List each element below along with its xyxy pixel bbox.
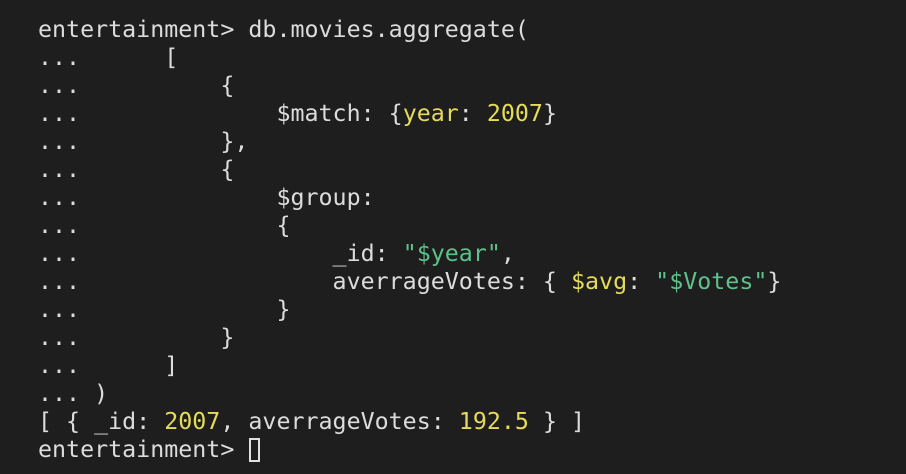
shell-prompt: entertainment> bbox=[38, 436, 249, 463]
code-token: ... { bbox=[38, 212, 291, 239]
code-token: ... } bbox=[38, 324, 235, 351]
code-token: ... $match: { bbox=[38, 100, 403, 127]
terminal-line: ... averrageVotes: { $avg: "$Votes"} bbox=[38, 268, 906, 296]
text-cursor[interactable] bbox=[249, 438, 261, 462]
terminal-line: ... } bbox=[38, 296, 906, 324]
code-token: year bbox=[402, 100, 459, 127]
code-token: ... { bbox=[38, 156, 235, 183]
terminal-line: ... [ bbox=[38, 44, 906, 72]
code-token: } bbox=[767, 268, 782, 295]
code-token: ... { bbox=[38, 72, 235, 99]
code-token: ... averrageVotes: { bbox=[38, 268, 571, 295]
prompt-line[interactable]: entertainment> bbox=[38, 436, 906, 464]
code-token: } ] bbox=[528, 408, 586, 435]
code-token: , bbox=[500, 240, 515, 267]
code-token: : bbox=[627, 268, 656, 295]
code-token: ... [ bbox=[38, 44, 179, 71]
code-token: [ { _id: bbox=[38, 408, 165, 435]
terminal-line: ... { bbox=[38, 156, 906, 184]
terminal-line: ... _id: "$year", bbox=[38, 240, 906, 268]
code-token: $avg bbox=[571, 268, 628, 295]
code-token: ... ] bbox=[38, 352, 179, 379]
code-token: ... }, bbox=[38, 128, 249, 155]
terminal-line: ... ) bbox=[38, 380, 906, 408]
terminal-line: ... $group: bbox=[38, 184, 906, 212]
code-token: ... ) bbox=[38, 380, 109, 407]
terminal-line: ... }, bbox=[38, 128, 906, 156]
terminal-line: ... ] bbox=[38, 352, 906, 380]
terminal-line: [ { _id: 2007, averrageVotes: 192.5 } ] bbox=[38, 408, 906, 436]
code-token: "$year" bbox=[402, 240, 501, 267]
code-token: entertainment> db.movies.aggregate( bbox=[38, 16, 529, 43]
terminal-window[interactable]: entertainment> db.movies.aggregate(... [… bbox=[0, 0, 906, 474]
code-token: 2007 bbox=[486, 100, 543, 127]
code-token: : bbox=[458, 100, 487, 127]
terminal-line: ... $match: {year: 2007} bbox=[38, 100, 906, 128]
terminal-line: ... { bbox=[38, 212, 906, 240]
code-token: 2007 bbox=[164, 408, 221, 435]
code-token: , averrageVotes: bbox=[220, 408, 459, 435]
code-token: ... } bbox=[38, 296, 291, 323]
terminal-line: ... } bbox=[38, 324, 906, 352]
terminal-line: ... { bbox=[38, 72, 906, 100]
code-token: ... _id: bbox=[38, 240, 403, 267]
code-token: } bbox=[542, 100, 557, 127]
code-token: 192.5 bbox=[458, 408, 529, 435]
code-token: "$Votes" bbox=[655, 268, 768, 295]
terminal-line: entertainment> db.movies.aggregate( bbox=[38, 16, 906, 44]
code-token: ... $group: bbox=[38, 184, 375, 211]
